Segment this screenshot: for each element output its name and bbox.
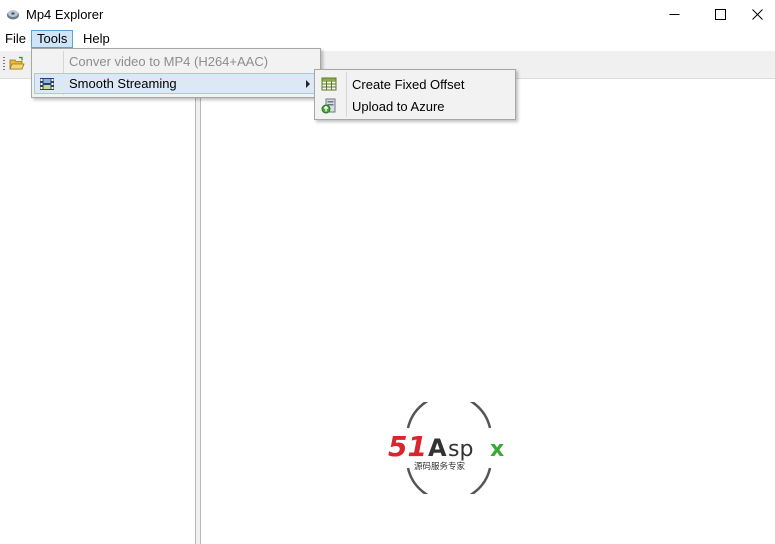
close-button[interactable] <box>740 0 775 29</box>
svg-text:51: 51 <box>388 430 427 463</box>
minimize-icon <box>669 14 679 15</box>
svg-text:A: A <box>428 434 447 462</box>
menu-item-upload-to-azure[interactable]: Upload to Azure <box>317 95 513 116</box>
toolbar-grip[interactable] <box>3 57 5 72</box>
menu-bar: File Tools Help <box>0 29 775 49</box>
window-title: Mp4 Explorer <box>26 7 104 22</box>
open-folder-icon[interactable] <box>9 56 25 72</box>
menu-item-label: Conver video to MP4 (H264+AAC) <box>69 54 269 69</box>
title-bar: Mp4 Explorer <box>0 0 775 29</box>
menu-item-create-fixed-offset[interactable]: Create Fixed Offset <box>317 73 513 94</box>
minimize-button[interactable] <box>651 0 697 29</box>
menu-item-label: Smooth Streaming <box>69 76 177 91</box>
menu-help[interactable]: Help <box>78 30 115 47</box>
submenu-arrow-icon <box>306 80 310 88</box>
svg-text:sp: sp <box>448 437 473 462</box>
upload-cloud-icon <box>321 98 336 114</box>
watermark-logo: 51 A sp x 源码服务专家 <box>388 402 504 494</box>
menu-item-label: Create Fixed Offset <box>352 77 465 92</box>
menu-item-label: Upload to Azure <box>352 99 445 114</box>
smooth-streaming-submenu: Create Fixed Offset Upload to Azure <box>314 69 516 120</box>
svg-text:x: x <box>490 437 504 462</box>
app-icon <box>7 10 19 20</box>
close-icon <box>752 9 763 20</box>
menu-file[interactable]: File <box>0 30 31 47</box>
menu-item-smooth-streaming[interactable]: Smooth Streaming <box>34 73 318 94</box>
menu-item-convert-video[interactable]: Conver video to MP4 (H264+AAC) <box>34 51 318 72</box>
tree-pane[interactable] <box>0 79 195 544</box>
tools-dropdown-menu: Conver video to MP4 (H264+AAC) Smooth St… <box>31 48 321 98</box>
menu-tools[interactable]: Tools <box>31 30 74 48</box>
film-icon <box>40 78 54 90</box>
grid-table-icon <box>321 77 337 91</box>
maximize-icon <box>714 9 726 20</box>
watermark-tagline: 源码服务专家 <box>414 461 466 472</box>
maximize-button[interactable] <box>697 0 743 29</box>
